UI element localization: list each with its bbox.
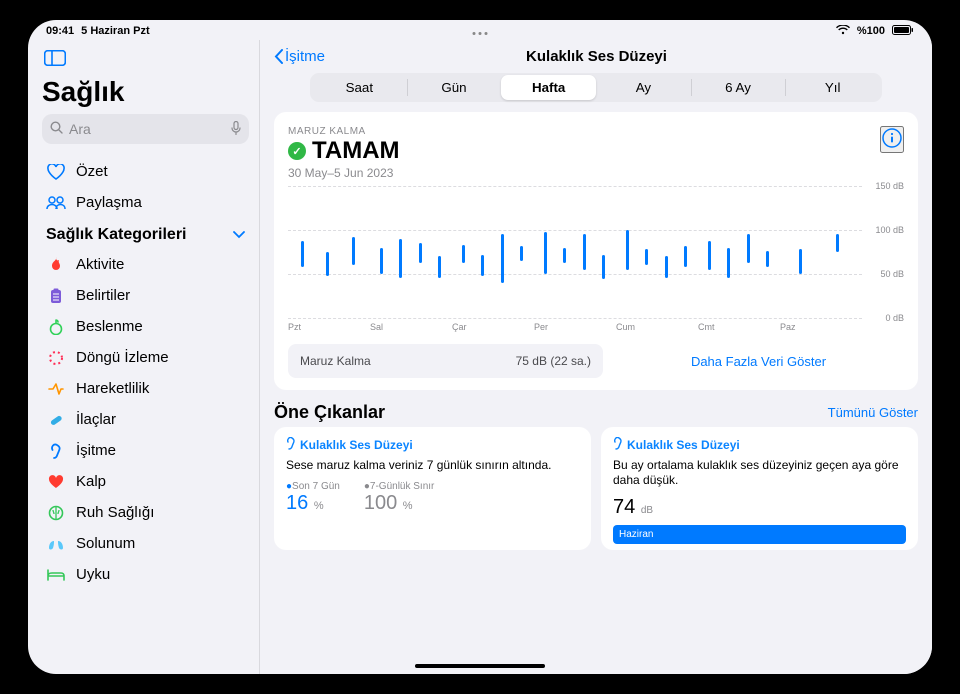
status-battery: %100 — [857, 25, 885, 37]
ear-icon — [46, 443, 66, 459]
segment-ay[interactable]: Ay — [596, 75, 691, 100]
bed-icon — [46, 569, 66, 581]
page-title: Kulaklık Ses Düzeyi — [325, 48, 868, 65]
brain-icon — [46, 505, 66, 521]
back-label: İşitme — [285, 48, 325, 65]
heart-icon — [46, 475, 66, 489]
mobility-icon — [46, 383, 66, 395]
sidebar-item-sharing[interactable]: Paylaşma — [42, 187, 249, 218]
status-date: 5 Haziran Pzt — [81, 25, 149, 37]
cycle-icon — [46, 350, 66, 366]
sidebar-item-summary[interactable]: Özet — [42, 156, 249, 187]
highlight-card[interactable]: Kulaklık Ses Düzeyi Sese maruz kalma ver… — [274, 427, 591, 550]
sidebar-item-döngü-i̇zleme[interactable]: Döngü İzleme — [42, 342, 249, 373]
lungs-icon — [46, 537, 66, 551]
search-input[interactable]: Ara — [42, 114, 249, 144]
info-button[interactable] — [880, 126, 904, 153]
segment-hafta[interactable]: Hafta — [501, 75, 596, 100]
sidebar-item-hareketlilik[interactable]: Hareketlilik — [42, 373, 249, 404]
sidebar-item-label: Ruh Sağlığı — [76, 504, 154, 521]
sidebar-item-kalp[interactable]: Kalp — [42, 466, 249, 497]
sidebar-item-uyku[interactable]: Uyku — [42, 559, 249, 590]
exposure-date-range: 30 May–5 Jun 2023 — [288, 166, 400, 180]
sidebar-item-label: Döngü İzleme — [76, 349, 169, 366]
exposure-status: TAMAM — [312, 137, 400, 165]
back-button[interactable]: İşitme — [274, 48, 325, 65]
checkmark-icon: ✓ — [288, 142, 306, 160]
battery-icon — [892, 25, 914, 38]
exposure-summary-pill[interactable]: Maruz Kalma 75 dB (22 sa.) — [288, 344, 603, 378]
sidebar-item-label: Aktivite — [76, 256, 124, 273]
pill-icon — [46, 412, 66, 428]
heart-outline-icon — [46, 164, 66, 180]
time-range-segment[interactable]: SaatGünHaftaAy6 AyYıl — [310, 73, 882, 102]
sidebar: Sağlık Ara Özet — [28, 40, 260, 674]
sidebar-item-i̇şitme[interactable]: İşitme — [42, 435, 249, 466]
sidebar-item-label: İşitme — [76, 442, 116, 459]
sidebar-item-solunum[interactable]: Solunum — [42, 528, 249, 559]
search-placeholder: Ara — [69, 121, 91, 137]
clipboard-icon — [46, 288, 66, 304]
sidebar-item-label: Hareketlilik — [76, 380, 149, 397]
sidebar-item-label: Belirtiler — [76, 287, 130, 304]
chevron-down-icon — [233, 226, 245, 244]
people-icon — [46, 196, 66, 210]
sidebar-item-ruh-sağlığı[interactable]: Ruh Sağlığı — [42, 497, 249, 528]
sidebar-item-i̇laçlar[interactable]: İlaçlar — [42, 404, 249, 435]
app-title: Sağlık — [42, 76, 249, 108]
exposure-card: MARUZ KALMA ✓ TAMAM 30 May–5 Jun 2023 — [274, 112, 918, 390]
sidebar-item-label: İlaçlar — [76, 411, 116, 428]
segment-saat[interactable]: Saat — [312, 75, 407, 100]
exposure-chart[interactable]: 0 dB50 dB100 dB150 dB PztSalÇarPerCumCmt… — [288, 186, 904, 336]
segment-yıl[interactable]: Yıl — [785, 75, 880, 100]
segment-6 ay[interactable]: 6 Ay — [691, 75, 786, 100]
ear-icon — [286, 437, 297, 453]
search-icon — [50, 121, 63, 137]
sidebar-item-beslenme[interactable]: Beslenme — [42, 311, 249, 342]
wifi-icon — [836, 25, 850, 38]
highlights-title: Öne Çıkanlar — [274, 402, 385, 423]
content-area: İşitme Kulaklık Ses Düzeyi SaatGünHaftaA… — [260, 40, 932, 674]
exposure-label: MARUZ KALMA — [288, 126, 400, 137]
sidebar-item-belirtiler[interactable]: Belirtiler — [42, 280, 249, 311]
show-more-data-button[interactable]: Daha Fazla Veri Göster — [613, 344, 904, 378]
sidebar-item-label: Solunum — [76, 535, 135, 552]
sidebar-section-header[interactable]: Sağlık Kategorileri — [42, 218, 249, 249]
flame-icon — [46, 257, 66, 273]
multitask-dots[interactable] — [473, 30, 488, 40]
sidebar-item-label: Beslenme — [76, 318, 143, 335]
show-all-button[interactable]: Tümünü Göster — [828, 405, 918, 420]
sidebar-item-label: Özet — [76, 163, 108, 180]
sidebar-item-label: Paylaşma — [76, 194, 142, 211]
sidebar-item-label: Uyku — [76, 566, 110, 583]
month-bar: Haziran — [613, 525, 906, 544]
status-time: 09:41 — [46, 25, 74, 37]
sidebar-toggle-button[interactable] — [42, 48, 68, 70]
segment-gün[interactable]: Gün — [407, 75, 502, 100]
home-indicator[interactable] — [415, 664, 545, 668]
highlight-card[interactable]: Kulaklık Ses Düzeyi Bu ay ortalama kulak… — [601, 427, 918, 550]
sidebar-item-aktivite[interactable]: Aktivite — [42, 249, 249, 280]
ear-icon — [613, 437, 624, 453]
sidebar-item-label: Kalp — [76, 473, 106, 490]
apple-icon — [46, 319, 66, 335]
mic-icon[interactable] — [231, 121, 241, 138]
